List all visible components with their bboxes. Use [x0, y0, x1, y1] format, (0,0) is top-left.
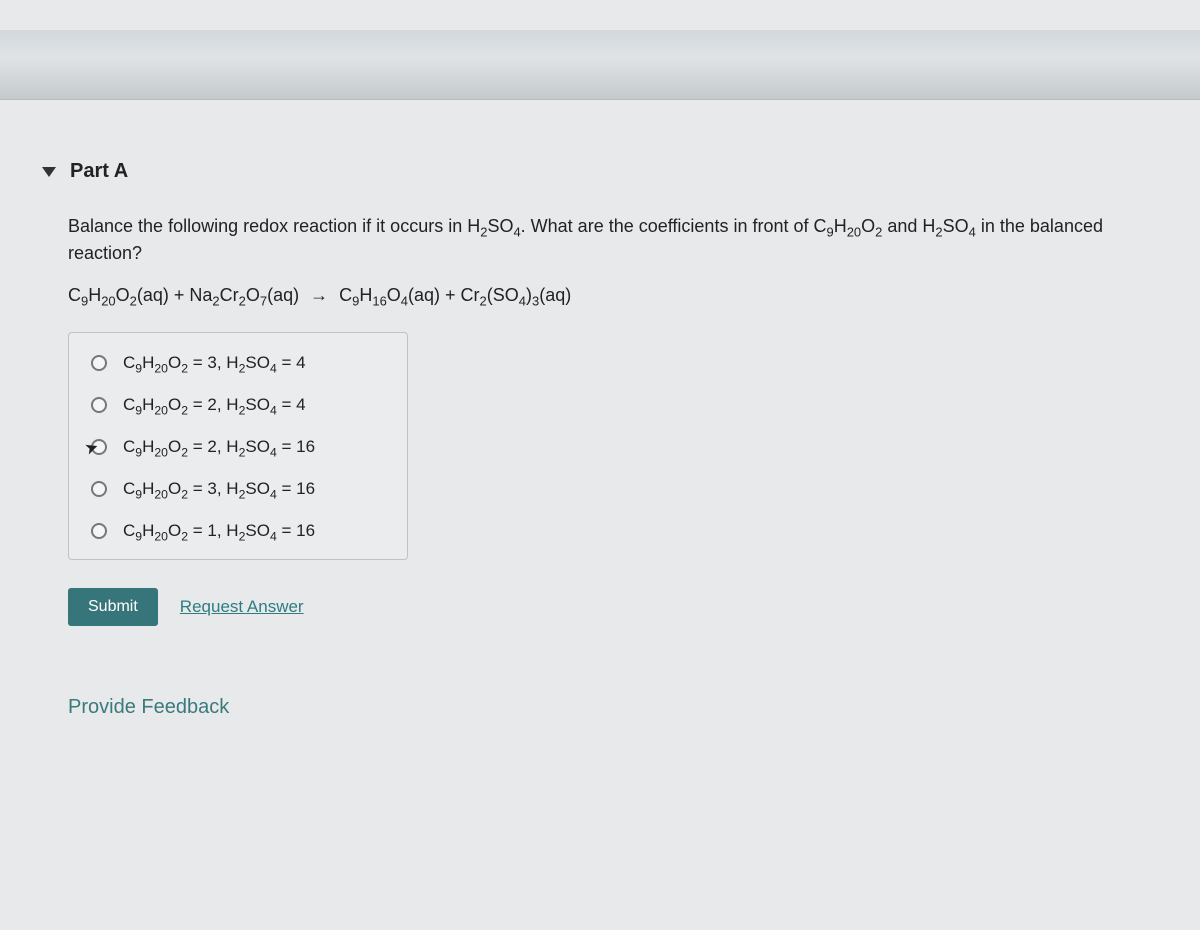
part-label: Part A	[70, 160, 128, 183]
reaction-equation: C9H20O2(aq) + Na2Cr2O7(aq) → C9H16O4(aq)…	[68, 285, 1152, 306]
t: O	[246, 285, 260, 305]
t: (aq)	[267, 285, 299, 305]
radio-icon[interactable]	[91, 523, 107, 539]
t: (aq) + Na	[137, 285, 213, 305]
t: O	[861, 216, 875, 236]
t: C	[68, 285, 81, 305]
option-4[interactable]: C9H20O2 = 3, H2SO4 = 16	[91, 479, 385, 499]
provide-feedback-link[interactable]: Provide Feedback	[68, 696, 1182, 719]
s: 4	[401, 294, 408, 309]
t: O	[387, 285, 401, 305]
section-header[interactable]: Part A	[18, 160, 1182, 183]
options-box: C9H20O2 = 3, H2SO4 = 4 C9H20O2 = 2, H2SO…	[68, 332, 408, 560]
t: H	[88, 285, 101, 305]
option-3[interactable]: ➤ C9H20O2 = 2, H2SO4 = 16	[91, 437, 385, 457]
t: C	[339, 285, 352, 305]
s: 2	[130, 294, 137, 309]
arrow-icon: →	[310, 285, 328, 306]
option-5[interactable]: C9H20O2 = 1, H2SO4 = 16	[91, 521, 385, 541]
t: and H	[882, 216, 935, 236]
radio-icon[interactable]	[91, 355, 107, 371]
option-text: C9H20O2 = 2, H2SO4 = 16	[123, 437, 315, 457]
s: 16	[372, 294, 386, 309]
t: (aq) + Cr	[408, 285, 480, 305]
s: 2	[239, 294, 246, 309]
submit-button[interactable]: Submit	[68, 588, 158, 626]
s: 7	[260, 294, 267, 309]
option-1[interactable]: C9H20O2 = 3, H2SO4 = 4	[91, 353, 385, 373]
chevron-down-icon[interactable]	[42, 167, 56, 177]
s: 4	[519, 294, 526, 309]
t: H	[834, 216, 847, 236]
t: SO	[943, 216, 969, 236]
option-text: C9H20O2 = 3, H2SO4 = 16	[123, 479, 315, 499]
actions-row: Submit Request Answer	[68, 588, 1152, 626]
s: 20	[101, 294, 115, 309]
option-text: C9H20O2 = 2, H2SO4 = 4	[123, 395, 306, 415]
t: Balance the following redox reaction if …	[68, 216, 480, 236]
t: O	[116, 285, 130, 305]
question-block: Balance the following redox reaction if …	[68, 213, 1152, 626]
radio-icon[interactable]	[91, 481, 107, 497]
s: 2	[480, 294, 487, 309]
content-area: Part A Balance the following redox react…	[0, 100, 1200, 719]
request-answer-link[interactable]: Request Answer	[180, 597, 304, 617]
question-prompt: Balance the following redox reaction if …	[68, 213, 1152, 267]
top-band	[0, 30, 1200, 100]
t: H	[359, 285, 372, 305]
t: Cr	[220, 285, 239, 305]
t: (SO	[487, 285, 519, 305]
option-2[interactable]: C9H20O2 = 2, H2SO4 = 4	[91, 395, 385, 415]
t: (aq)	[539, 285, 571, 305]
s: 2	[212, 294, 219, 309]
option-text: C9H20O2 = 1, H2SO4 = 16	[123, 521, 315, 541]
t: SO	[487, 216, 513, 236]
option-text: C9H20O2 = 3, H2SO4 = 4	[123, 353, 306, 373]
radio-icon[interactable]	[91, 439, 107, 455]
t: . What are the coefficients in front of …	[521, 216, 827, 236]
radio-icon[interactable]	[91, 397, 107, 413]
